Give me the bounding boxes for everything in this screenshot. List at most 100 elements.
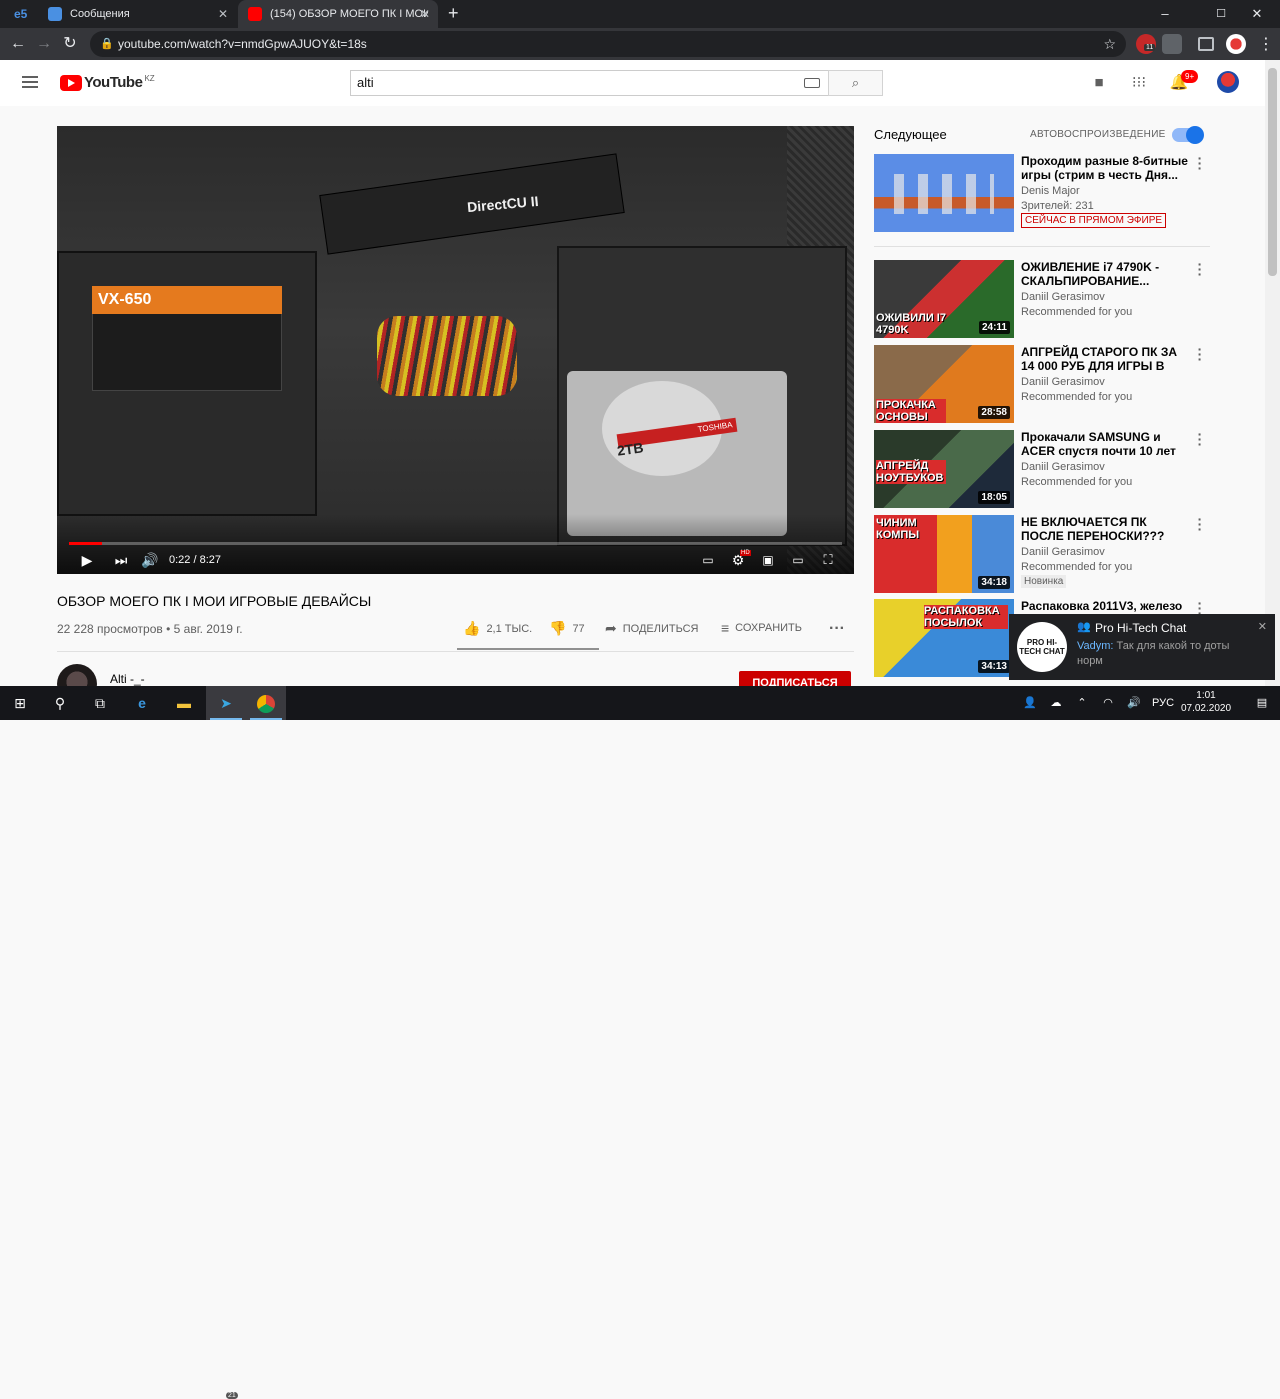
youtube-play-logo-icon: [60, 74, 82, 91]
card-menu-icon[interactable]: · · ·: [1195, 257, 1205, 281]
like-button[interactable]: 👍 2,1 ТЫС.: [463, 620, 532, 637]
video-card-channel[interactable]: Denis Major: [1021, 185, 1080, 197]
minimize-button[interactable]: –: [1142, 0, 1188, 28]
shield-extension-icon[interactable]: [1162, 34, 1182, 54]
recommended-video-card[interactable]: АПГРЕЙД НОУТБУКОВ 18:05 Прокачали SAMSUN…: [874, 427, 1210, 510]
wifi-icon[interactable]: ◠: [1098, 686, 1118, 720]
play-icon[interactable]: ▶: [77, 550, 97, 570]
time-display: 0:22 / 8:27: [169, 554, 221, 566]
thumbnail-caption: ОЖИВИЛИ i7 4790K: [876, 312, 946, 336]
edge-browser-icon[interactable]: e: [122, 686, 162, 720]
windows-start-icon[interactable]: ⊞: [0, 686, 40, 720]
video-thumbnail[interactable]: ЧИНИМ КОМПЫ 34:18: [874, 515, 1014, 593]
address-bar[interactable]: 🔒 youtube.com/watch?v=nmdGpwAJUOY&t=18s …: [90, 31, 1126, 57]
save-label: СОХРАНИТЬ: [735, 622, 802, 634]
video-thumbnail[interactable]: ОЖИВИЛИ i7 4790K 24:11: [874, 260, 1014, 338]
bookmark-star-icon[interactable]: ☆: [1103, 31, 1116, 57]
recommended-video-card[interactable]: ОЖИВИЛИ i7 4790K 24:11 ОЖИВЛЕНИЕ i7 4790…: [874, 257, 1210, 340]
video-views-date: 22 228 просмотров • 5 авг. 2019 г.: [57, 622, 243, 636]
video-card-title[interactable]: ОЖИВЛЕНИЕ i7 4790K - СКАЛЬПИРОВАНИЕ...: [1021, 260, 1191, 288]
video-duration: 24:11: [978, 321, 1010, 334]
reading-list-icon[interactable]: [1198, 37, 1214, 51]
forward-arrow-icon[interactable]: →: [32, 32, 56, 56]
recommended-video-card[interactable]: ЧИНИМ КОМПЫ 34:18 НЕ ВКЛЮЧАЕТСЯ ПК ПОСЛЕ…: [874, 512, 1210, 595]
video-thumbnail[interactable]: РАСПАКОВКА ПОСЫЛОК 34:13: [874, 599, 1014, 677]
close-tab-icon[interactable]: ✕: [420, 7, 430, 21]
subtitles-icon[interactable]: ▭: [698, 550, 718, 570]
recommended-video-card[interactable]: Проходим разные 8-битные игры (стрим в ч…: [874, 151, 1210, 234]
toast-sender: Vadym:: [1077, 640, 1114, 652]
close-icon[interactable]: ✕: [1258, 620, 1267, 633]
youtube-favicon-icon: [248, 7, 262, 21]
volume-icon[interactable]: 🔊: [140, 550, 160, 570]
video-thumbnail[interactable]: [874, 154, 1014, 232]
youtube-logo[interactable]: YouTube KZ: [60, 74, 155, 91]
file-explorer-icon[interactable]: ▬: [164, 686, 204, 720]
video-thumbnail[interactable]: АПГРЕЙД НОУТБУКОВ 18:05: [874, 430, 1014, 508]
profile-avatar-icon[interactable]: [1226, 34, 1246, 54]
browser-menu-kebab-icon[interactable]: ⋮: [1258, 34, 1274, 54]
input-language[interactable]: РУС: [1150, 686, 1176, 720]
scrollbar-thumb[interactable]: [1268, 68, 1277, 276]
apps-grid-icon[interactable]: ⁝⁝⁝: [1129, 73, 1149, 93]
people-icon[interactable]: 👤: [1020, 686, 1040, 720]
close-tab-icon[interactable]: ✕: [218, 7, 228, 21]
video-card-title[interactable]: Проходим разные 8-битные игры (стрим в ч…: [1021, 154, 1191, 182]
video-title: ОБЗОР МОЕГО ПК I МОИ ИГРОВЫЕ ДЕВАЙСЫ: [57, 593, 372, 609]
volume-tray-icon[interactable]: 🔊: [1124, 686, 1144, 720]
show-hidden-icons-icon[interactable]: ⌃: [1074, 686, 1090, 720]
fullscreen-icon[interactable]: ⛶: [818, 550, 838, 570]
video-card-title[interactable]: АПГРЕЙД СТАРОГО ПК ЗА 14 000 РУБ ДЛЯ ИГР…: [1021, 345, 1191, 373]
browser-toolbar: ← → ↻ 🔒 youtube.com/watch?v=nmdGpwAJUOY&…: [0, 28, 1280, 60]
video-card-channel[interactable]: Daniil Gerasimov: [1021, 291, 1105, 303]
telegram-icon[interactable]: ➤: [206, 686, 246, 720]
tab-youtube-video[interactable]: (154) ОБЗОР МОЕГО ПК I МОИ ИГРОВЫЕ ДЕВАЙ…: [238, 0, 438, 28]
onedrive-cloud-icon[interactable]: ☁: [1046, 686, 1066, 720]
save-button[interactable]: ≡ СОХРАНИТЬ: [721, 620, 802, 636]
search-icon[interactable]: ⚲: [40, 686, 80, 720]
search-input[interactable]: alti: [350, 70, 829, 96]
channel-name[interactable]: Alti -_-: [110, 672, 145, 686]
video-card-channel[interactable]: Daniil Gerasimov: [1021, 461, 1105, 473]
card-menu-icon[interactable]: · · ·: [1195, 342, 1205, 366]
next-video-icon[interactable]: ⏭: [111, 550, 131, 570]
autoplay-toggle[interactable]: [1172, 126, 1204, 144]
create-video-icon[interactable]: ■: [1089, 73, 1109, 93]
hamburger-menu-icon[interactable]: [22, 76, 38, 88]
more-actions-icon[interactable]: ···: [829, 620, 845, 638]
video-card-title[interactable]: НЕ ВКЛЮЧАЕТСЯ ПК ПОСЛЕ ПЕРЕНОСКИ??? ЧТО.…: [1021, 515, 1191, 543]
theater-mode-icon[interactable]: ▭: [788, 550, 808, 570]
progress-bar[interactable]: [69, 542, 842, 545]
video-card-title[interactable]: Прокачали SAMSUNG и ACER спустя почти 10…: [1021, 430, 1191, 458]
notification-center-icon[interactable]: ▤: [1250, 686, 1274, 720]
share-button[interactable]: ➦ ПОДЕЛИТЬСЯ: [605, 620, 698, 637]
miniplayer-icon[interactable]: ▣: [758, 550, 778, 570]
reload-icon[interactable]: ↻: [58, 32, 82, 56]
task-view-icon[interactable]: ⧉: [80, 686, 120, 720]
dislike-button[interactable]: 👎 77: [549, 620, 585, 637]
url-text: youtube.com/watch?v=nmdGpwAJUOY&t=18s: [118, 37, 367, 51]
card-menu-icon[interactable]: · · ·: [1195, 512, 1205, 536]
taskbar-clock[interactable]: 1:01 07.02.2020: [1176, 689, 1236, 715]
video-player[interactable]: DirectCU II VX-650 TOSHIBA 2TB ▶ ⏭ 🔊 0:2…: [57, 126, 854, 574]
tab-messages[interactable]: Сообщения ✕: [38, 0, 236, 28]
video-thumbnail[interactable]: ПРОКАЧКА ОСНОВЫ 28:58: [874, 345, 1014, 423]
new-tab-button[interactable]: +: [448, 3, 459, 24]
recommended-video-card[interactable]: ПРОКАЧКА ОСНОВЫ 28:58 АПГРЕЙД СТАРОГО ПК…: [874, 342, 1210, 425]
browser-menu-icon[interactable]: e5: [14, 6, 30, 22]
card-menu-icon[interactable]: · · ·: [1195, 151, 1205, 175]
account-avatar[interactable]: [1217, 71, 1239, 93]
keyboard-icon[interactable]: [804, 78, 820, 88]
video-duration: 34:13: [978, 660, 1010, 673]
card-menu-icon[interactable]: · · ·: [1195, 427, 1205, 451]
chrome-icon[interactable]: [246, 686, 286, 720]
pixel-game-art: [894, 174, 994, 214]
chat-notification-toast[interactable]: PRO HI-TECH CHAT 👥 Pro Hi-Tech Chat Vady…: [1009, 614, 1275, 680]
close-window-button[interactable]: ✕: [1234, 0, 1280, 28]
tab-label: Сообщения: [70, 8, 130, 20]
search-button[interactable]: ⌕: [828, 70, 883, 96]
country-code: KZ: [144, 74, 155, 83]
video-card-channel[interactable]: Daniil Gerasimov: [1021, 546, 1105, 558]
video-card-channel[interactable]: Daniil Gerasimov: [1021, 376, 1105, 388]
back-arrow-icon[interactable]: ←: [6, 32, 30, 56]
